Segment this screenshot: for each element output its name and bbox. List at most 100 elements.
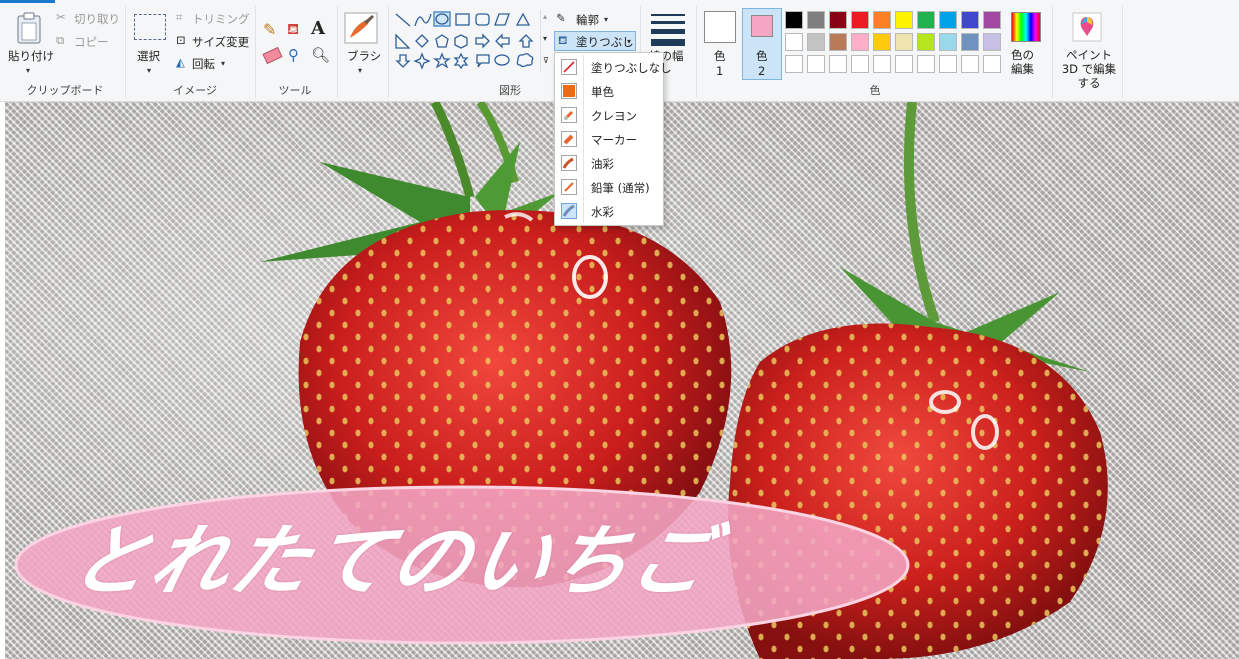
- divider: [337, 6, 338, 98]
- chevron-down-icon: ▾: [604, 15, 609, 24]
- color1-button[interactable]: 色 1: [700, 8, 740, 80]
- palette-swatch[interactable]: [851, 33, 869, 51]
- paint3d-icon: [1072, 12, 1102, 42]
- divider: [125, 6, 126, 98]
- brush-label: ブラシ: [347, 49, 382, 63]
- crop-icon: ⌗: [176, 10, 183, 24]
- palette-swatch[interactable]: [807, 11, 825, 29]
- palette-swatch[interactable]: [939, 55, 957, 73]
- palette-swatch[interactable]: [851, 11, 869, 29]
- copy-button[interactable]: ⧉ コピー: [56, 33, 120, 51]
- scroll-up-icon[interactable]: ▴: [543, 12, 547, 21]
- fill-menu-item-label: 単色: [591, 85, 614, 99]
- color2-swatch: [751, 15, 773, 37]
- paste-button[interactable]: 貼り付け ▾: [4, 8, 54, 75]
- fill-menu: 塗りつぶしなし 単色クレヨンマーカー 油彩 鉛筆 (通常) 水彩: [554, 52, 672, 226]
- palette-swatch[interactable]: [895, 55, 913, 73]
- outline-label: 輪郭: [576, 13, 599, 27]
- shapes-group-label: 図形: [499, 84, 521, 97]
- chevron-down-icon: ▾: [147, 66, 152, 75]
- rotate-button[interactable]: ◭ 回転 ▾: [176, 55, 256, 73]
- fill-menu-item-label: クレヨン: [591, 109, 637, 123]
- rotate-icon: ◭: [176, 55, 185, 69]
- fill-menu-item[interactable]: マーカー: [555, 127, 663, 151]
- divider: [1052, 6, 1053, 98]
- palette-swatch[interactable]: [829, 33, 847, 51]
- brush-button[interactable]: ブラシ ▾: [340, 8, 384, 75]
- palette-swatch[interactable]: [917, 11, 935, 29]
- palette-swatch[interactable]: [961, 33, 979, 51]
- select-button[interactable]: 選択 ▾: [130, 8, 170, 75]
- rainbow-icon: [1011, 12, 1041, 42]
- color2-button[interactable]: 色 2: [742, 8, 782, 80]
- outline-icon: ✎: [556, 11, 566, 25]
- paint3d-label: ペイント 3D で編集する: [1061, 48, 1117, 90]
- palette-swatch[interactable]: [917, 33, 935, 51]
- cut-label: 切り取り: [74, 12, 120, 26]
- palette-swatch[interactable]: [785, 11, 803, 29]
- paint3d-button[interactable]: ペイント 3D で編集する: [1056, 8, 1120, 90]
- fill-bucket-icon[interactable]: ⛾: [287, 20, 299, 40]
- palette-swatch[interactable]: [807, 33, 825, 51]
- fill-label: 塗りつぶし: [576, 35, 634, 49]
- pencil-natural-icon: [561, 179, 577, 195]
- select-rect-icon: [134, 14, 166, 40]
- resize-button[interactable]: ⊡ サイズ変更: [176, 33, 256, 51]
- fill-menu-item-label: 塗りつぶしなし: [591, 61, 672, 75]
- color2-number: 2: [758, 64, 766, 78]
- paste-label: 貼り付け: [8, 49, 54, 63]
- eraser-icon[interactable]: [262, 46, 283, 65]
- scissors-icon: ✂: [56, 10, 66, 24]
- crayon-icon: [561, 107, 577, 123]
- palette-swatch[interactable]: [873, 55, 891, 73]
- text-icon[interactable]: A: [311, 18, 325, 39]
- palette-swatch[interactable]: [785, 33, 803, 51]
- palette-swatch[interactable]: [895, 33, 913, 51]
- color1-label: 色: [714, 49, 726, 63]
- palette-swatch[interactable]: [961, 55, 979, 73]
- palette-swatch[interactable]: [917, 55, 935, 73]
- palette-swatch[interactable]: [785, 55, 803, 73]
- palette-swatch[interactable]: [895, 11, 913, 29]
- cut-button[interactable]: ✂ 切り取り: [56, 10, 120, 28]
- resize-icon: ⊡: [176, 33, 186, 47]
- scroll-down-icon[interactable]: ▾: [543, 34, 547, 43]
- palette-swatch[interactable]: [983, 11, 1001, 29]
- shape-icons: [395, 11, 534, 70]
- shapes-scrollbar[interactable]: ▴ ▾ ⊽: [540, 10, 551, 72]
- color-picker-icon[interactable]: ⚲: [288, 46, 299, 64]
- brush-icon: [344, 12, 378, 44]
- fill-menu-item[interactable]: 水彩: [555, 199, 663, 223]
- palette-swatch[interactable]: [939, 33, 957, 51]
- color-palette: [785, 11, 1005, 75]
- fill-menu-item[interactable]: 油彩: [555, 151, 663, 175]
- palette-swatch[interactable]: [829, 11, 847, 29]
- fill-menu-item[interactable]: 鉛筆 (通常): [555, 175, 663, 199]
- fill-menu-item[interactable]: 単色: [555, 79, 663, 103]
- palette-swatch[interactable]: [851, 55, 869, 73]
- fill-menu-item-label: 水彩: [591, 205, 614, 219]
- image-group-label: イメージ: [173, 84, 217, 97]
- palette-swatch[interactable]: [807, 55, 825, 73]
- palette-swatch[interactable]: [873, 11, 891, 29]
- palette-swatch[interactable]: [939, 11, 957, 29]
- palette-swatch[interactable]: [961, 11, 979, 29]
- outline-button[interactable]: ✎ 輪郭 ▾: [556, 11, 636, 29]
- divider: [696, 6, 697, 98]
- shapes-gallery[interactable]: [393, 10, 541, 74]
- chevron-down-icon: ▾: [358, 66, 363, 75]
- fill-menu-item[interactable]: 塗りつぶしなし: [555, 55, 672, 79]
- fill-menu-item[interactable]: クレヨン: [555, 103, 663, 127]
- palette-swatch[interactable]: [983, 55, 1001, 73]
- palette-swatch[interactable]: [983, 33, 1001, 51]
- divider: [255, 6, 256, 98]
- expand-icon[interactable]: ⊽: [543, 56, 549, 65]
- clipboard-icon: [17, 12, 41, 44]
- fill-button[interactable]: ⛾ 塗りつぶし ▾: [554, 31, 636, 51]
- crop-button[interactable]: ⌗ トリミング: [176, 10, 256, 28]
- magnifier-icon[interactable]: 🔍︎: [311, 46, 330, 64]
- palette-swatch[interactable]: [829, 55, 847, 73]
- palette-swatch[interactable]: [873, 33, 891, 51]
- pencil-icon[interactable]: ✎: [263, 20, 276, 39]
- edit-colors-button[interactable]: 色の編集: [1007, 8, 1045, 80]
